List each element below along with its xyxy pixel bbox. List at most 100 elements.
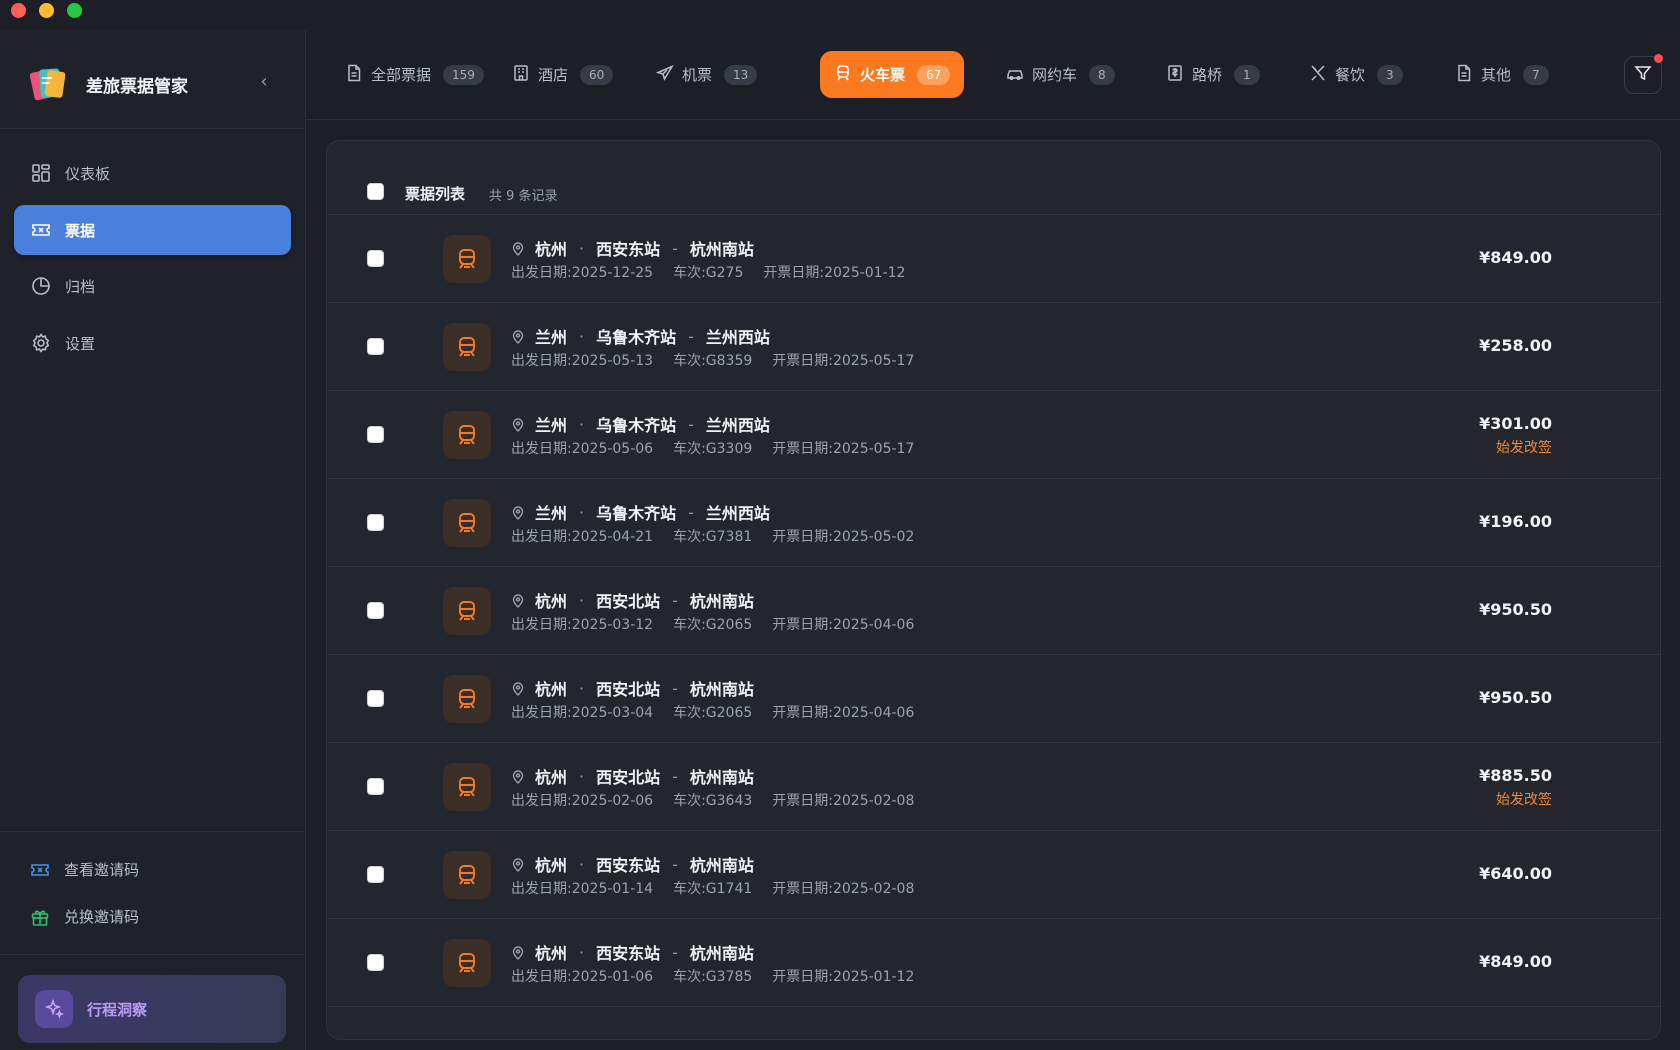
tab-label: 酒店 (538, 66, 569, 84)
ticket-meta: 出发日期:2025-12-25 车次:G275 开票日期:2025-01-12 (511, 262, 905, 282)
ticket-price: ¥196.00 (1479, 512, 1552, 531)
route-dot-separator: · (579, 678, 585, 698)
train-number: 车次:G3643 (673, 793, 753, 809)
tab-count-badge: 1 (1234, 64, 1260, 85)
depart-date: 出发日期:2025-02-06 (511, 793, 654, 809)
route-dot-separator: · (579, 766, 585, 786)
ticket-row[interactable]: 杭州 · 西安北站 - 杭州南站 出发日期:2025-02-06 车次:G364… (327, 743, 1660, 831)
sidebar-item-settings[interactable]: 设置 (14, 318, 291, 368)
record-count: 共 9 条记录 (489, 189, 558, 204)
train-icon (443, 675, 491, 723)
tab-dining[interactable]: 餐饮 3 (1295, 51, 1417, 98)
tab-count-badge: 3 (1377, 64, 1403, 85)
sparkle-icon (35, 990, 73, 1028)
route: 兰州 · 乌鲁木齐站 - 兰州西站 (511, 500, 770, 524)
row-checkbox[interactable] (367, 602, 384, 619)
ticket-row[interactable]: 兰州 · 乌鲁木齐站 - 兰州西站 出发日期:2025-05-13 车次:G83… (327, 303, 1660, 391)
issue-date: 开票日期:2025-05-17 (772, 353, 915, 369)
train-icon (443, 411, 491, 459)
route-city: 杭州 (535, 240, 568, 259)
depart-date: 出发日期:2025-12-25 (511, 265, 654, 281)
route-to-station: 杭州南站 (689, 592, 754, 611)
row-checkbox[interactable] (367, 690, 384, 707)
dashboard-icon (31, 163, 51, 183)
row-checkbox[interactable] (367, 426, 384, 443)
depart-date: 出发日期:2025-03-04 (511, 705, 654, 721)
sidebar-item-archive[interactable]: 归档 (14, 261, 291, 311)
ticket-row[interactable]: 兰州 · 乌鲁木齐站 - 兰州西站 出发日期:2025-05-06 车次:G33… (327, 391, 1660, 479)
sidebar-item-tickets[interactable]: 票据 (14, 205, 291, 255)
hotel-icon (512, 64, 530, 86)
ticket-meta: 出发日期:2025-01-14 车次:G1741 开票日期:2025-02-08 (511, 878, 914, 898)
tab-ride-hailing[interactable]: 网约车 8 (992, 51, 1129, 98)
tab-flight[interactable]: 机票 13 (642, 51, 771, 98)
filter-badge-dot (1654, 54, 1663, 63)
row-checkbox[interactable] (367, 954, 384, 971)
issue-date: 开票日期:2025-04-06 (772, 705, 915, 721)
train-number: 车次:G275 (673, 265, 744, 281)
ticket-row[interactable]: 杭州 · 西安北站 - 杭州南站 出发日期:2025-03-12 车次:G206… (327, 567, 1660, 655)
redeem-invite-code-link[interactable]: 兑换邀请码 (30, 906, 139, 927)
ticket-price: ¥849.00 (1479, 248, 1552, 267)
tab-train[interactable]: 火车票 67 (820, 51, 965, 98)
route-from-station: 乌鲁木齐站 (596, 504, 677, 523)
window-titlebar (0, 0, 1680, 30)
route-dash-separator: - (672, 678, 678, 698)
ticket-row[interactable]: 杭州 · 西安东站 - 杭州南站 出发日期:2025-01-06 车次:G378… (327, 919, 1660, 1007)
ticket-row[interactable]: 杭州 · 西安东站 - 杭州南站 出发日期:2025-12-25 车次:G275… (327, 215, 1660, 303)
location-pin-icon (511, 945, 525, 960)
route-to-station: 杭州南站 (689, 944, 754, 963)
chevron-left-icon[interactable]: ‹ (252, 70, 276, 94)
location-pin-icon (511, 593, 525, 608)
view-invite-code-label: 查看邀请码 (64, 861, 140, 879)
row-checkbox[interactable] (367, 866, 384, 883)
ticket-row[interactable]: 杭州 · 西安北站 - 杭州南站 出发日期:2025-03-04 车次:G206… (327, 655, 1660, 743)
sidebar-item-label: 设置 (65, 334, 96, 353)
select-all-checkbox[interactable] (367, 183, 384, 200)
train-icon (443, 587, 491, 635)
close-window-button[interactable] (11, 3, 26, 18)
zoom-window-button[interactable] (67, 3, 82, 18)
trip-insight-button[interactable]: 行程洞察 (18, 975, 286, 1043)
train-icon (834, 64, 852, 86)
train-icon (443, 499, 491, 547)
tab-hotel[interactable]: 酒店 60 (498, 51, 627, 98)
ticket-row[interactable]: 兰州 · 乌鲁木齐站 - 兰州西站 出发日期:2025-04-21 车次:G73… (327, 479, 1660, 567)
route-city: 兰州 (535, 416, 568, 435)
row-checkbox[interactable] (367, 250, 384, 267)
row-checkbox[interactable] (367, 514, 384, 531)
tab-label: 火车票 (860, 66, 906, 84)
app-logo-icon (28, 63, 68, 103)
gift-icon (30, 907, 50, 927)
tab-toll[interactable]: 路桥 1 (1152, 51, 1274, 98)
train-number: 车次:G3309 (673, 441, 753, 457)
tab-label: 路桥 (1192, 66, 1223, 84)
route-from-station: 西安北站 (596, 680, 661, 699)
view-invite-code-link[interactable]: 查看邀请码 (30, 859, 139, 880)
minimize-window-button[interactable] (39, 3, 54, 18)
depart-date: 出发日期:2025-03-12 (511, 617, 654, 633)
route-dot-separator: · (579, 238, 585, 258)
tab-all-tickets[interactable]: 全部票据 159 (331, 51, 498, 98)
redeem-invite-code-label: 兑换邀请码 (64, 908, 140, 926)
issue-date: 开票日期:2025-05-02 (772, 529, 915, 545)
tab-other[interactable]: 其他 7 (1441, 51, 1563, 98)
ticket-row[interactable]: 杭州 · 西安东站 - 杭州南站 出发日期:2025-01-14 车次:G174… (327, 831, 1660, 919)
utensils-icon (1309, 64, 1327, 86)
route-city: 杭州 (535, 944, 568, 963)
ticket-price: ¥950.50 (1479, 688, 1552, 707)
toll-receipt-icon (1166, 64, 1184, 86)
filter-icon (1634, 64, 1652, 86)
sidebar-item-dashboard[interactable]: 仪表板 (14, 148, 291, 198)
depart-date: 出发日期:2025-05-06 (511, 441, 654, 457)
row-checkbox[interactable] (367, 778, 384, 795)
route-dot-separator: · (579, 326, 585, 346)
tab-label: 网约车 (1032, 66, 1078, 84)
location-pin-icon (511, 329, 525, 344)
route: 杭州 · 西安北站 - 杭州南站 (511, 588, 754, 612)
train-icon (443, 235, 491, 283)
row-checkbox[interactable] (367, 338, 384, 355)
route-dot-separator: · (579, 502, 585, 522)
route-from-station: 西安东站 (596, 944, 661, 963)
route-to-station: 兰州西站 (705, 504, 770, 523)
